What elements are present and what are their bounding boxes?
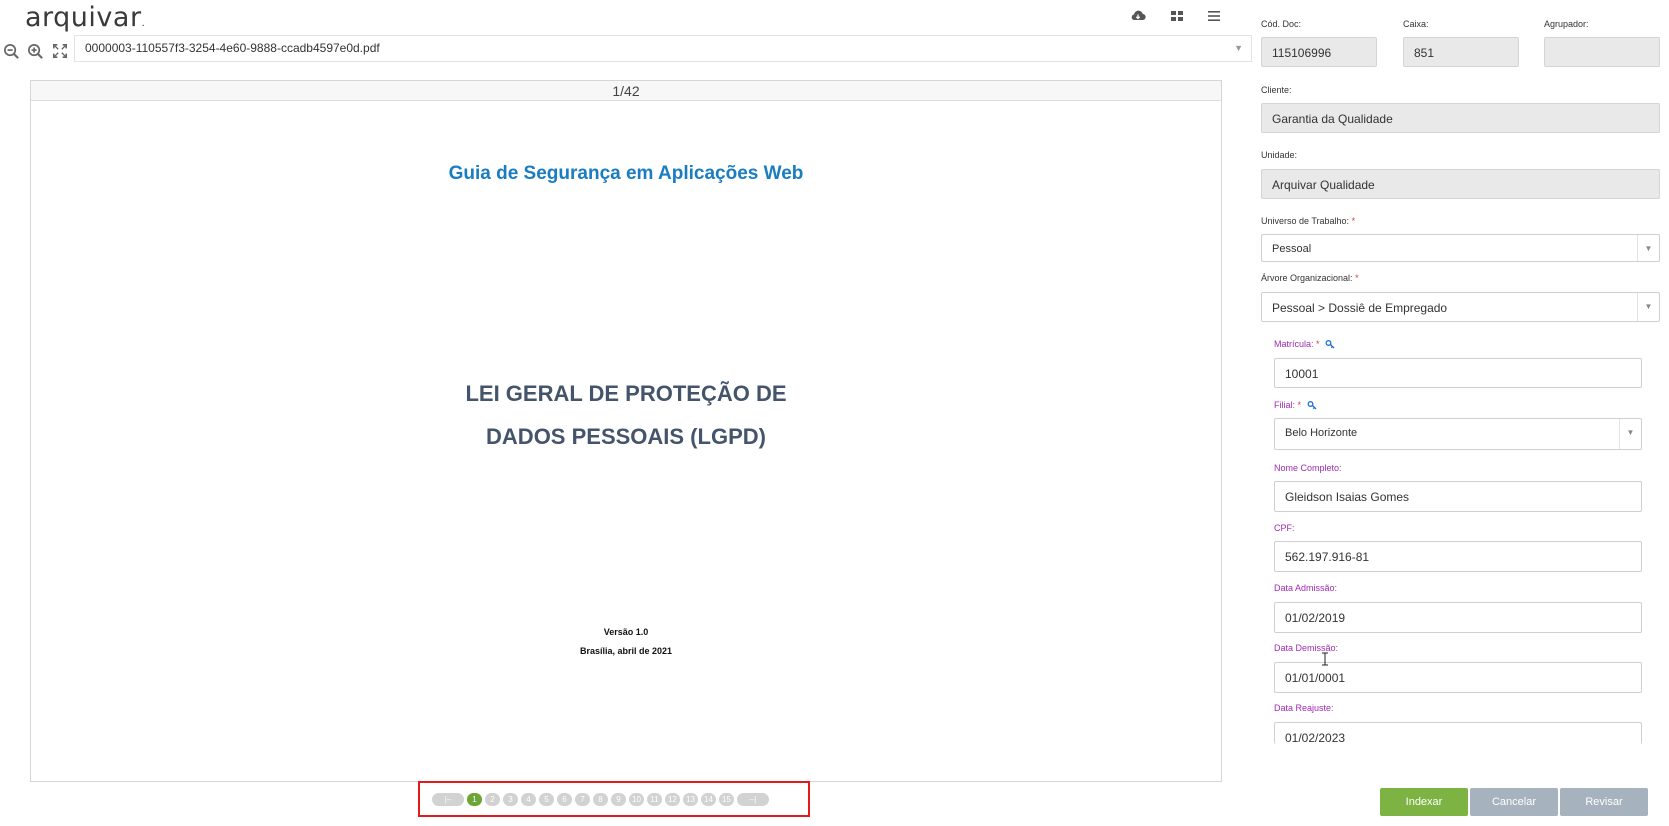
page-button-8[interactable]: 8	[593, 792, 608, 806]
indexar-button[interactable]: Indexar	[1380, 788, 1468, 816]
document-title-line2: DADOS PESSOAIS (LGPD)	[486, 424, 766, 449]
menu-icon[interactable]	[1206, 8, 1226, 26]
page-button-11[interactable]: 11	[647, 792, 662, 806]
arvore-label: Árvore Organizacional: *	[1261, 273, 1359, 283]
arvore-value: Pessoal > Dossiê de Empregado	[1272, 301, 1448, 315]
chevron-down-icon: ▼	[1637, 235, 1659, 261]
cpf-field[interactable]: 562.197.916-81	[1274, 541, 1642, 572]
grid-icon[interactable]	[1169, 8, 1189, 26]
data-reajuste-value: 01/02/2023	[1285, 731, 1346, 744]
pdf-page: 1/42 Guia de Segurança em Aplicações Web…	[30, 80, 1222, 782]
cod-doc-value: 115106996	[1272, 46, 1332, 60]
unidade-label: Unidade:	[1261, 150, 1298, 160]
key-icon[interactable]	[1325, 339, 1335, 351]
page-indicator: 1/42	[31, 81, 1221, 101]
page-button-5[interactable]: 5	[539, 792, 554, 806]
zoom-in-icon[interactable]	[27, 43, 45, 61]
document-subtitle: Guia de Segurança em Aplicações Web	[448, 163, 804, 184]
page-button-12[interactable]: 12	[665, 792, 680, 806]
page-button-6[interactable]: 6	[557, 792, 572, 806]
key-icon[interactable]	[1307, 400, 1317, 412]
chevron-down-icon: ▼	[1234, 43, 1243, 53]
caixa-field[interactable]: 851	[1403, 37, 1519, 67]
universo-select[interactable]: Pessoal ▼	[1261, 234, 1660, 262]
cpf-label: CPF:	[1274, 523, 1295, 533]
page-button-14[interactable]: 14	[701, 792, 716, 806]
unidade-field[interactable]: Arquivar Qualidade	[1261, 169, 1660, 199]
fit-screen-icon[interactable]	[52, 43, 70, 61]
data-reajuste-field[interactable]: 01/02/2023	[1274, 722, 1642, 744]
data-demissao-value: 01/01/0001	[1285, 671, 1346, 685]
cloud-download-icon[interactable]	[1130, 8, 1150, 26]
nome-label: Nome Completo:	[1274, 463, 1342, 473]
page-button-2[interactable]: 2	[485, 792, 500, 806]
text-cursor-icon	[1322, 652, 1328, 666]
cliente-field[interactable]: Garantia da Qualidade	[1261, 103, 1660, 133]
matricula-value: 10001	[1285, 367, 1319, 381]
caixa-label: Caixa:	[1403, 19, 1429, 29]
pagination: |– 1 2 3 4 5 6 7 8 9 10 11 12 13 14 15 –…	[432, 792, 769, 806]
page-button-4[interactable]: 4	[521, 792, 536, 806]
first-page-button[interactable]: |–	[432, 792, 464, 806]
last-page-button[interactable]: –|	[737, 792, 769, 806]
document-title-line1: LEI GERAL DE PROTEÇÃO DE	[465, 381, 787, 406]
revisar-button[interactable]: Revisar	[1560, 788, 1648, 816]
page-button-15[interactable]: 15	[719, 792, 734, 806]
file-name: 0000003-110557f3-3254-4e60-9888-ccadb459…	[85, 41, 380, 55]
page-button-13[interactable]: 13	[683, 792, 698, 806]
data-reajuste-label: Data Reajuste:	[1274, 703, 1334, 713]
document-place-date: Brasília, abril de 2021	[579, 646, 673, 656]
matricula-field[interactable]: 10001	[1274, 358, 1642, 388]
page-button-7[interactable]: 7	[575, 792, 590, 806]
data-admissao-value: 01/02/2019	[1285, 611, 1346, 625]
file-select[interactable]: 0000003-110557f3-3254-4e60-9888-ccadb459…	[74, 35, 1252, 62]
data-demissao-field[interactable]: 01/01/0001	[1274, 662, 1642, 693]
cod-doc-label: Cód. Doc:	[1261, 19, 1302, 29]
cod-doc-field[interactable]: 115106996	[1261, 37, 1377, 67]
page-button-9[interactable]: 9	[611, 792, 626, 806]
unidade-value: Arquivar Qualidade	[1272, 178, 1375, 192]
nome-value: Gleidson Isaias Gomes	[1285, 490, 1410, 504]
chevron-down-icon: ▼	[1637, 293, 1659, 321]
nome-field[interactable]: Gleidson Isaias Gomes	[1274, 481, 1642, 512]
cpf-value: 562.197.916-81	[1285, 550, 1370, 564]
page-button-1[interactable]: 1	[467, 792, 482, 806]
document-version: Versão 1.0	[603, 627, 649, 637]
filial-select[interactable]: Belo Horizonte ▼	[1274, 418, 1642, 450]
universo-value: Pessoal	[1272, 243, 1312, 255]
data-admissao-field[interactable]: 01/02/2019	[1274, 602, 1642, 633]
cliente-value: Garantia da Qualidade	[1272, 112, 1393, 126]
logo-text: arquivar	[25, 2, 142, 33]
agrupador-label: Agrupador:	[1544, 19, 1589, 29]
cliente-label: Cliente:	[1261, 85, 1292, 95]
caixa-value: 851	[1414, 46, 1435, 60]
page-button-10[interactable]: 10	[629, 792, 644, 806]
filial-label: Filial: *	[1274, 400, 1317, 412]
cancelar-button[interactable]: Cancelar	[1470, 788, 1558, 816]
zoom-out-icon[interactable]	[3, 43, 21, 61]
filial-value: Belo Horizonte	[1285, 427, 1358, 439]
index-form: Cód. Doc: 115106996 Caixa: 851 Agrupador…	[1252, 0, 1669, 826]
chevron-down-icon: ▼	[1619, 419, 1641, 449]
universo-label: Universo de Trabalho: *	[1261, 216, 1356, 226]
app-logo: arquivar.	[25, 2, 146, 33]
data-admissao-label: Data Admissão:	[1274, 583, 1338, 593]
document-viewer: arquivar. 0000003-110557f3-3254-4e60-988…	[0, 0, 1252, 826]
page-button-3[interactable]: 3	[503, 792, 518, 806]
agrupador-field[interactable]	[1544, 37, 1660, 67]
arvore-select[interactable]: Pessoal > Dossiê de Empregado ▼	[1261, 292, 1660, 322]
matricula-label: Matrícula: *	[1274, 339, 1335, 351]
top-bar: arquivar.	[0, 0, 1252, 34]
